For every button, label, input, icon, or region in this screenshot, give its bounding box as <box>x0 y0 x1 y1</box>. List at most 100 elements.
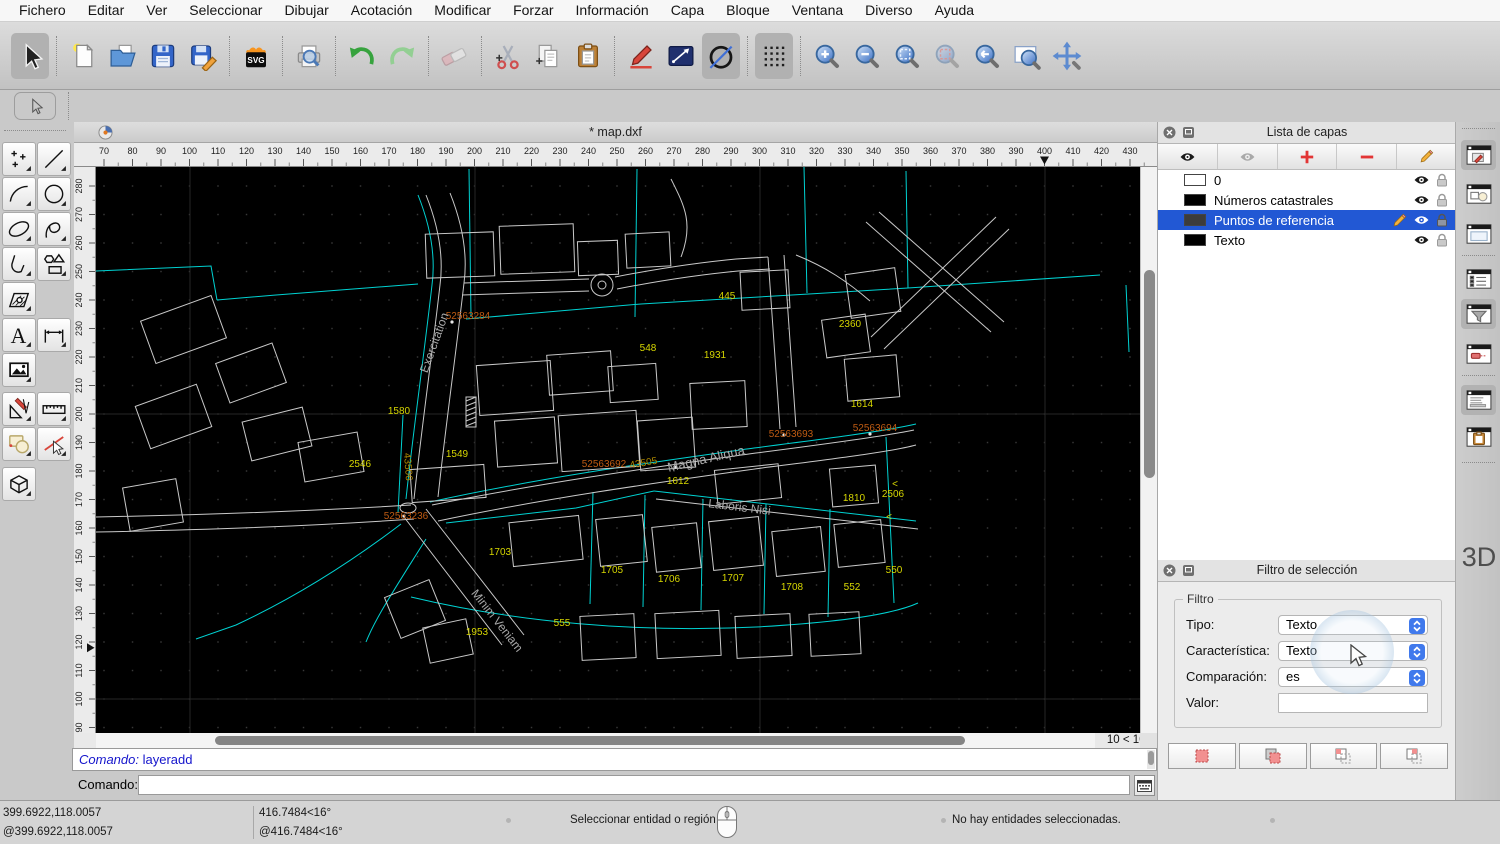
layer-row-números-catastrales[interactable]: Números catastrales <box>1158 190 1456 210</box>
filter-remove-button[interactable] <box>1310 743 1378 769</box>
float-panel-icon[interactable] <box>1182 126 1195 139</box>
command-line-dock-button[interactable] <box>1461 385 1496 415</box>
layer-row-puntos-de-referencia[interactable]: Puntos de referencia <box>1158 210 1456 230</box>
line-tool-button[interactable] <box>37 142 71 176</box>
text-tool-button[interactable]: A <box>2 318 36 352</box>
zoom-auto-button[interactable] <box>888 33 926 79</box>
eye-icon[interactable] <box>1413 174 1430 186</box>
hatch-tool-button[interactable] <box>2 282 36 316</box>
clipboard-viewer-dock-button[interactable] <box>1461 422 1496 452</box>
menu-diverso[interactable]: Diverso <box>854 0 923 21</box>
menu-capa[interactable]: Capa <box>660 0 715 21</box>
vertical-scrollbar[interactable] <box>1140 167 1157 733</box>
property-editor-dock-button[interactable] <box>1461 140 1496 170</box>
layer-row-texto[interactable]: Texto <box>1158 230 1456 250</box>
lock-icon[interactable] <box>1436 213 1448 227</box>
command-history-scrollbar[interactable] <box>1147 750 1155 769</box>
menu-acotación[interactable]: Acotación <box>340 0 423 21</box>
library-browser-dock-button[interactable] <box>1461 219 1496 249</box>
image-tool-button[interactable] <box>2 353 36 387</box>
filter-intersect-button[interactable] <box>1380 743 1448 769</box>
layer-row-0[interactable]: 0 <box>1158 170 1456 190</box>
draw-circle-slash-button[interactable] <box>702 33 740 79</box>
circle-tool-button[interactable] <box>37 177 71 211</box>
zoom-selection-button[interactable] <box>928 33 966 79</box>
command-input[interactable] <box>138 775 1130 795</box>
selection-filter-dock-button[interactable] <box>1461 299 1496 329</box>
new-file-button[interactable] <box>64 33 102 79</box>
eye-icon[interactable] <box>1413 214 1430 226</box>
filter-add-button[interactable] <box>1239 743 1307 769</box>
menu-ayuda[interactable]: Ayuda <box>924 0 985 21</box>
filter-valor-input[interactable] <box>1278 693 1428 713</box>
selection-tool-button[interactable] <box>2 427 36 461</box>
svg-export-button[interactable]: SVG <box>237 33 275 79</box>
3d-dock-label[interactable]: 3D <box>1460 542 1498 573</box>
float-panel-icon[interactable] <box>1182 564 1195 577</box>
lock-icon[interactable] <box>1436 193 1448 207</box>
horizontal-scrollbar-thumb[interactable] <box>215 736 965 745</box>
copy-button[interactable] <box>529 33 567 79</box>
ellipse-tool-button[interactable] <box>2 212 36 246</box>
eye-icon[interactable] <box>1413 234 1430 246</box>
pointer-tool-button[interactable] <box>14 92 56 120</box>
menu-fichero[interactable]: Fichero <box>8 0 77 21</box>
menu-bloque[interactable]: Bloque <box>715 0 781 21</box>
spline-tool-button[interactable] <box>37 212 71 246</box>
paste-button[interactable] <box>569 33 607 79</box>
drawing-canvas[interactable]: 4452360548193152563284161415805256369352… <box>96 167 1140 733</box>
select-button[interactable] <box>11 33 49 79</box>
add-layer-button[interactable] <box>1278 144 1338 169</box>
modify-tool-button[interactable] <box>2 392 36 426</box>
remove-layer-button[interactable] <box>1337 144 1397 169</box>
eraser-button[interactable] <box>436 33 474 79</box>
menu-modificar[interactable]: Modificar <box>423 0 502 21</box>
redo-button[interactable] <box>383 33 421 79</box>
menu-ventana[interactable]: Ventana <box>781 0 854 21</box>
menu-ver[interactable]: Ver <box>135 0 178 21</box>
keyboard-button[interactable] <box>1134 775 1155 796</box>
horizontal-scrollbar[interactable] <box>96 733 1095 748</box>
eye-icon[interactable] <box>1179 151 1196 163</box>
deselect-tool-button[interactable] <box>37 427 71 461</box>
vertical-scrollbar-thumb[interactable] <box>1144 270 1155 478</box>
layer-list-dock-button[interactable] <box>1461 264 1496 294</box>
points-tool-button[interactable] <box>2 142 36 176</box>
show-all-layers-button[interactable] <box>1158 144 1218 169</box>
eye-icon[interactable] <box>1239 151 1256 163</box>
polyline-tool-button[interactable] <box>2 247 36 281</box>
draw-edit-button[interactable] <box>622 33 660 79</box>
eye-icon[interactable] <box>1413 194 1430 206</box>
arc-tool-button[interactable] <box>2 177 36 211</box>
edit-layer-button[interactable] <box>1397 144 1456 169</box>
close-icon[interactable] <box>1163 564 1176 577</box>
zoom-out-button[interactable] <box>848 33 886 79</box>
blueprint-button[interactable] <box>662 33 700 79</box>
menu-editar[interactable]: Editar <box>77 0 136 21</box>
lock-icon[interactable] <box>1436 173 1448 187</box>
open-file-button[interactable] <box>104 33 142 79</box>
pan-view-button[interactable] <box>1048 33 1086 79</box>
filter-select-button[interactable] <box>1168 743 1236 769</box>
solid-tool-button[interactable] <box>2 467 36 501</box>
menu-información[interactable]: Información <box>565 0 660 21</box>
save-as-button[interactable] <box>184 33 222 79</box>
block-list-dock-button[interactable] <box>1461 179 1496 209</box>
menu-seleccionar[interactable]: Seleccionar <box>178 0 273 21</box>
zoom-window-button[interactable] <box>1008 33 1046 79</box>
hide-all-layers-button[interactable] <box>1218 144 1278 169</box>
undo-button[interactable] <box>343 33 381 79</box>
grid-toggle-button[interactable] <box>755 33 793 79</box>
menu-dibujar[interactable]: Dibujar <box>273 0 339 21</box>
measure-tool-button[interactable] <box>37 392 71 426</box>
lock-icon[interactable] <box>1436 233 1448 247</box>
dimension-tool-button[interactable] <box>37 318 71 352</box>
zoom-in-button[interactable] <box>808 33 846 79</box>
save-button[interactable] <box>144 33 182 79</box>
zoom-previous-button[interactable] <box>968 33 1006 79</box>
menu-forzar[interactable]: Forzar <box>502 0 564 21</box>
close-icon[interactable] <box>1163 126 1176 139</box>
cut-button[interactable] <box>489 33 527 79</box>
toolbar-options-dock-button[interactable] <box>1461 339 1496 369</box>
print-preview-button[interactable] <box>290 33 328 79</box>
